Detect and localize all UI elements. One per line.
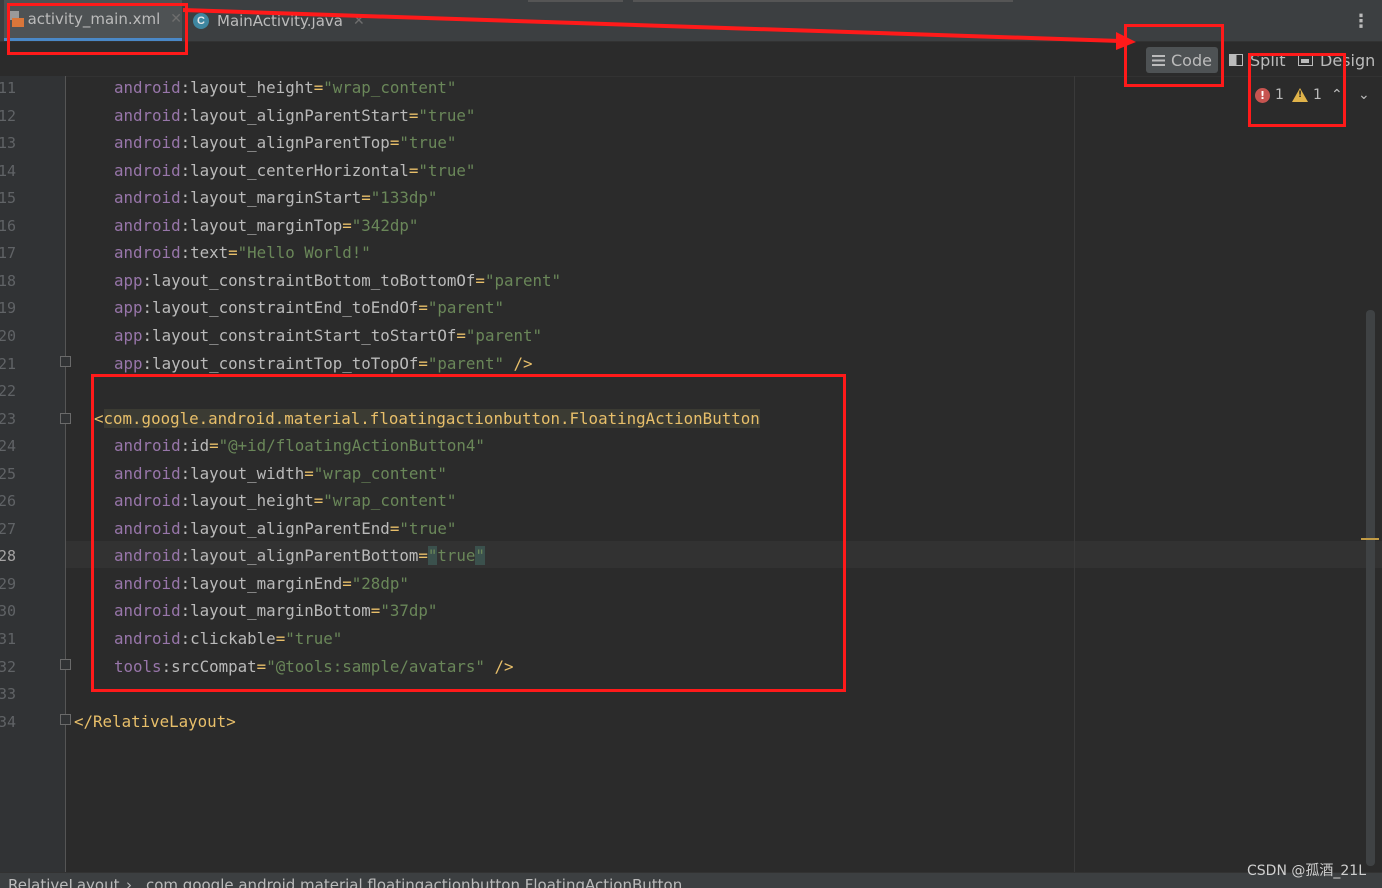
annotation-arrow [182,8,1136,50]
